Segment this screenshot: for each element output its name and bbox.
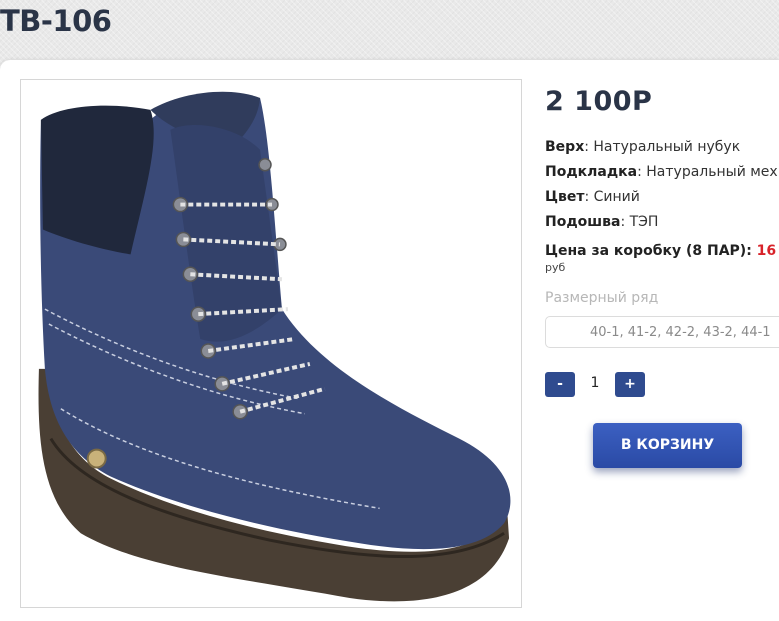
spec-lining: Подкладка: Натуральный мех xyxy=(545,162,778,187)
box-price-value: 16 800 xyxy=(756,243,779,259)
spec-value: : Натуральный нубук xyxy=(584,139,741,155)
quantity-decrease-button[interactable]: - xyxy=(545,372,575,397)
product-image[interactable] xyxy=(20,79,522,608)
page-title: TB-106 xyxy=(0,4,112,38)
spec-value: : ТЭП xyxy=(620,214,659,230)
box-price-label: Цена за коробку (8 ПАР): xyxy=(545,243,757,259)
quantity-input[interactable]: 1 xyxy=(580,375,610,391)
spec-upper: Верх: Натуральный нубук xyxy=(545,137,778,162)
add-to-cart-button[interactable]: В КОРЗИНУ xyxy=(593,423,742,468)
quantity-increase-button[interactable]: + xyxy=(615,372,645,397)
boot-photo xyxy=(38,91,511,602)
spec-sole: Подошва: ТЭП xyxy=(545,212,778,237)
product-specs: Верх: Натуральный нубук Подкладка: Натур… xyxy=(545,137,778,237)
spec-label: Подкладка xyxy=(545,164,638,180)
spec-label: Подошва xyxy=(545,214,621,230)
currency-label: руб xyxy=(545,261,566,274)
size-range-label: Размерный ряд xyxy=(545,290,659,306)
spec-color: Цвет: Синий xyxy=(545,187,778,212)
spec-label: Верх xyxy=(545,139,585,155)
product-price: 2 100Р xyxy=(545,86,653,117)
spec-value: : Натуральный мех xyxy=(637,164,778,180)
size-range-select[interactable]: 40-1, 41-2, 42-2, 43-2, 44-1 xyxy=(545,316,779,348)
box-price: Цена за коробку (8 ПАР): 16 800 xyxy=(545,243,779,259)
spec-label: Цвет xyxy=(545,189,585,205)
size-range-value: 40-1, 41-2, 42-2, 43-2, 44-1 xyxy=(590,325,771,340)
spec-value: : Синий xyxy=(584,189,640,205)
